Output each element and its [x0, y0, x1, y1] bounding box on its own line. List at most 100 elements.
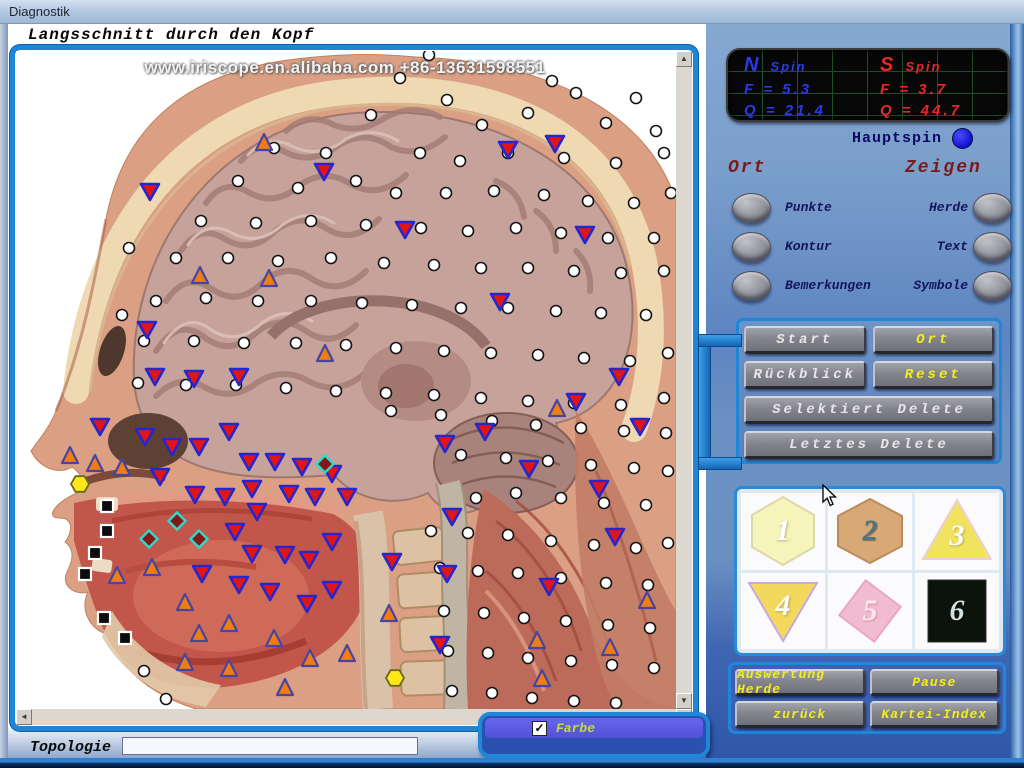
- marker-point-dot[interactable]: [455, 156, 466, 167]
- marker-point-dot[interactable]: [429, 260, 440, 271]
- marker-point-dot[interactable]: [611, 698, 622, 709]
- marker-point-dot[interactable]: [407, 300, 418, 311]
- marker-point-dot[interactable]: [463, 528, 474, 539]
- marker-point-dot[interactable]: [456, 450, 467, 461]
- marker-orange-triangle[interactable]: [261, 270, 277, 286]
- marker-orange-triangle[interactable]: [266, 630, 282, 646]
- marker-point-dot[interactable]: [351, 176, 362, 187]
- marker-orange-triangle[interactable]: [221, 660, 237, 676]
- marker-point-dot[interactable]: [196, 216, 207, 227]
- marker-red-triangle[interactable]: [216, 489, 234, 505]
- marker-orange-triangle[interactable]: [144, 559, 160, 575]
- marker-red-triangle[interactable]: [243, 546, 261, 562]
- pause-button[interactable]: Pause: [870, 669, 1000, 696]
- marker-red-triangle[interactable]: [240, 454, 258, 470]
- marker-point-dot[interactable]: [366, 110, 377, 121]
- marker-red-triangle[interactable]: [230, 577, 248, 593]
- marker-red-triangle[interactable]: [443, 509, 461, 525]
- marker-point-dot[interactable]: [571, 88, 582, 99]
- tile-button-2[interactable]: 2: [828, 493, 912, 570]
- marker-point-dot[interactable]: [663, 466, 674, 477]
- marker-point-dot[interactable]: [476, 393, 487, 404]
- marker-black-square[interactable]: [101, 525, 113, 537]
- reset-button[interactable]: Reset: [873, 361, 995, 389]
- marker-point-dot[interactable]: [586, 460, 597, 471]
- marker-point-dot[interactable]: [569, 696, 580, 707]
- marker-point-dot[interactable]: [519, 613, 530, 624]
- marker-red-triangle[interactable]: [276, 547, 294, 563]
- marker-point-dot[interactable]: [471, 493, 482, 504]
- marker-point-dot[interactable]: [357, 298, 368, 309]
- marker-point-dot[interactable]: [523, 396, 534, 407]
- marker-point-dot[interactable]: [583, 196, 594, 207]
- marker-point-dot[interactable]: [341, 340, 352, 351]
- marker-red-triangle[interactable]: [323, 582, 341, 598]
- marker-point-dot[interactable]: [331, 386, 342, 397]
- marker-point-dot[interactable]: [649, 233, 660, 244]
- scroll-left-button[interactable]: ◄: [16, 709, 32, 725]
- marker-red-triangle[interactable]: [315, 164, 333, 180]
- marker-red-triangle[interactable]: [190, 439, 208, 455]
- marker-point-dot[interactable]: [293, 183, 304, 194]
- marker-red-triangle[interactable]: [136, 429, 154, 445]
- marker-red-triangle[interactable]: [261, 584, 279, 600]
- marker-point-dot[interactable]: [429, 390, 440, 401]
- marker-orange-triangle[interactable]: [221, 615, 237, 631]
- marker-point-dot[interactable]: [531, 420, 542, 431]
- marker-orange-triangle[interactable]: [191, 625, 207, 641]
- marker-point-dot[interactable]: [619, 426, 630, 437]
- marker-orange-triangle[interactable]: [302, 650, 318, 666]
- marker-point-dot[interactable]: [486, 348, 497, 359]
- marker-black-square[interactable]: [119, 632, 131, 644]
- vertical-scrollbar[interactable]: ▲ ▼: [676, 51, 692, 709]
- marker-red-triangle[interactable]: [300, 552, 318, 568]
- marker-orange-triangle[interactable]: [177, 654, 193, 670]
- marker-point-dot[interactable]: [579, 353, 590, 364]
- marker-point-dot[interactable]: [663, 348, 674, 359]
- marker-red-triangle[interactable]: [243, 481, 261, 497]
- marker-red-triangle[interactable]: [298, 596, 316, 612]
- marker-orange-triangle[interactable]: [192, 267, 208, 283]
- marker-point-dot[interactable]: [503, 530, 514, 541]
- marker-point-dot[interactable]: [641, 310, 652, 321]
- tile-button-6[interactable]: 6: [915, 573, 999, 650]
- toggle-text-button[interactable]: [973, 232, 1012, 262]
- marker-red-triangle[interactable]: [141, 184, 159, 200]
- marker-red-triangle[interactable]: [540, 579, 558, 595]
- marker-point-dot[interactable]: [663, 538, 674, 549]
- marker-point-dot[interactable]: [569, 266, 580, 277]
- marker-point-dot[interactable]: [483, 648, 494, 659]
- toggle-symbole-button[interactable]: [973, 271, 1012, 301]
- marker-red-triangle[interactable]: [499, 142, 517, 158]
- toggle-punkte-button[interactable]: [732, 193, 771, 223]
- marker-point-dot[interactable]: [661, 428, 672, 439]
- marker-point-dot[interactable]: [139, 666, 150, 677]
- marker-black-square[interactable]: [101, 500, 113, 512]
- marker-red-triangle[interactable]: [396, 222, 414, 238]
- marker-point-dot[interactable]: [415, 148, 426, 159]
- marker-red-triangle[interactable]: [146, 369, 164, 385]
- ort-button[interactable]: Ort: [873, 326, 995, 354]
- marker-orange-triangle[interactable]: [277, 679, 293, 695]
- tile-button-5[interactable]: 5: [828, 573, 912, 650]
- farbe-checkbox[interactable]: ✓: [532, 721, 547, 736]
- marker-red-triangle[interactable]: [323, 534, 341, 550]
- marker-point-dot[interactable]: [659, 266, 670, 277]
- marker-red-triangle[interactable]: [226, 524, 244, 540]
- marker-point-dot[interactable]: [386, 406, 397, 417]
- marker-point-dot[interactable]: [436, 410, 447, 421]
- marker-point-dot[interactable]: [239, 338, 250, 349]
- marker-yellow-hexagon[interactable]: [71, 476, 89, 492]
- marker-point-dot[interactable]: [523, 108, 534, 119]
- marker-point-dot[interactable]: [124, 243, 135, 254]
- marker-orange-triangle[interactable]: [109, 567, 125, 583]
- marker-point-dot[interactable]: [201, 293, 212, 304]
- title-bar[interactable]: Diagnostik: [0, 0, 1024, 24]
- marker-point-dot[interactable]: [659, 148, 670, 159]
- marker-point-dot[interactable]: [171, 253, 182, 264]
- marker-point-dot[interactable]: [501, 453, 512, 464]
- marker-point-dot[interactable]: [649, 663, 660, 674]
- marker-point-dot[interactable]: [161, 694, 172, 705]
- marker-point-dot[interactable]: [251, 218, 262, 229]
- marker-point-dot[interactable]: [607, 660, 618, 671]
